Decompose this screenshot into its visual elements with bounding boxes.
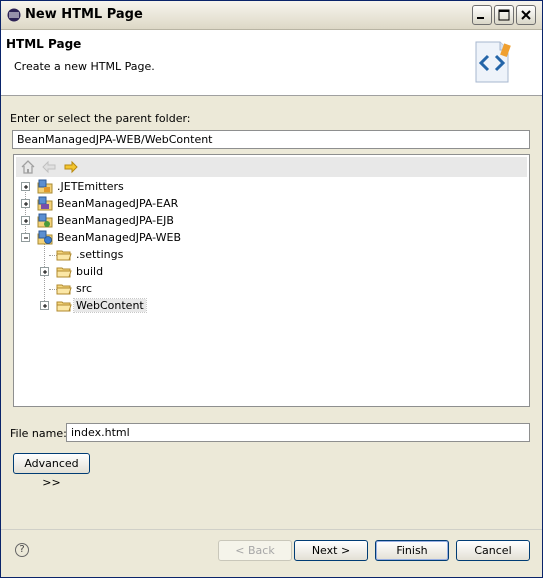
plus-icon bbox=[24, 219, 28, 223]
window-title: New HTML Page bbox=[25, 7, 143, 22]
eclipse-icon bbox=[7, 8, 21, 22]
tree-toolbar bbox=[16, 157, 527, 177]
tree-item-settings[interactable]: .settings bbox=[39, 247, 199, 263]
tree-item-src[interactable]: src bbox=[39, 281, 199, 297]
close-button[interactable] bbox=[516, 5, 536, 25]
tree-item-label: BeanManagedJPA-EJB bbox=[57, 214, 174, 227]
expand-toggle[interactable] bbox=[21, 182, 30, 191]
file-name-input[interactable]: index.html bbox=[66, 423, 530, 442]
minimize-button[interactable] bbox=[472, 5, 492, 25]
finish-button[interactable]: Finish bbox=[375, 540, 449, 561]
back-button[interactable]: < Back bbox=[218, 540, 292, 561]
tree-item-label: build bbox=[76, 265, 104, 278]
next-button[interactable]: Next > bbox=[294, 540, 368, 561]
tree-item-web[interactable]: BeanManagedJPA-WEB bbox=[20, 230, 220, 246]
plus-icon bbox=[43, 270, 47, 274]
tree-item-ear[interactable]: BeanManagedJPA-EAR bbox=[20, 196, 220, 212]
plus-icon bbox=[24, 185, 28, 189]
tree-item-label: .JETEmitters bbox=[57, 180, 124, 193]
new-html-page-dialog: New HTML Page HTML Page Create a new HTM… bbox=[0, 0, 543, 578]
minimize-icon bbox=[477, 17, 484, 19]
wizard-header: HTML Page Create a new HTML Page. bbox=[1, 30, 542, 96]
tree-item-label: BeanManagedJPA-EAR bbox=[57, 197, 179, 210]
page-title: HTML Page bbox=[6, 37, 82, 51]
maximize-button[interactable] bbox=[494, 5, 514, 25]
project-icon bbox=[37, 179, 53, 194]
tree-item-label-selected: WebContent bbox=[73, 298, 147, 313]
tree-item-label: src bbox=[76, 282, 93, 295]
button-bar-separator bbox=[1, 529, 542, 530]
file-name-label: File name: bbox=[10, 427, 67, 440]
tree-item-label: BeanManagedJPA-WEB bbox=[57, 231, 182, 244]
folder-icon bbox=[56, 250, 72, 261]
folder-icon bbox=[56, 267, 72, 278]
folder-tree[interactable]: .JETEmitters BeanManagedJPA-EAR BeanMana… bbox=[13, 154, 530, 407]
title-bar[interactable]: New HTML Page bbox=[1, 1, 542, 30]
help-icon[interactable]: ? bbox=[15, 543, 29, 557]
collapse-toggle[interactable] bbox=[21, 233, 30, 242]
project-icon bbox=[37, 213, 53, 228]
tree-item-webcontent[interactable]: WebContent bbox=[39, 298, 199, 314]
cancel-button[interactable]: Cancel bbox=[456, 540, 530, 561]
parent-folder-input[interactable]: BeanManagedJPA-WEB/WebContent bbox=[12, 130, 530, 149]
expand-toggle[interactable] bbox=[40, 267, 49, 276]
parent-folder-label: Enter or select the parent folder: bbox=[10, 112, 191, 125]
home-icon[interactable] bbox=[20, 159, 36, 175]
back-arrow-icon[interactable] bbox=[41, 159, 57, 175]
folder-icon bbox=[56, 284, 72, 295]
tree-item-jetemitters[interactable]: .JETEmitters bbox=[20, 179, 220, 195]
tree-item-build[interactable]: build bbox=[39, 264, 199, 280]
close-icon bbox=[521, 10, 531, 20]
folder-icon bbox=[56, 301, 72, 312]
project-icon bbox=[37, 196, 53, 211]
forward-arrow-icon[interactable] bbox=[63, 159, 79, 175]
page-description: Create a new HTML Page. bbox=[14, 60, 155, 73]
advanced-button[interactable]: Advanced >> bbox=[13, 453, 90, 489]
expand-toggle[interactable] bbox=[40, 301, 49, 310]
plus-icon bbox=[24, 202, 28, 206]
project-icon bbox=[37, 230, 53, 245]
plus-icon bbox=[43, 304, 47, 308]
html-file-icon bbox=[475, 41, 511, 83]
tree-item-label: .settings bbox=[76, 248, 124, 261]
maximize-icon bbox=[498, 9, 510, 21]
expand-toggle[interactable] bbox=[21, 199, 30, 208]
minus-icon bbox=[24, 237, 28, 239]
expand-toggle[interactable] bbox=[21, 216, 30, 225]
tree-item-ejb[interactable]: BeanManagedJPA-EJB bbox=[20, 213, 220, 229]
